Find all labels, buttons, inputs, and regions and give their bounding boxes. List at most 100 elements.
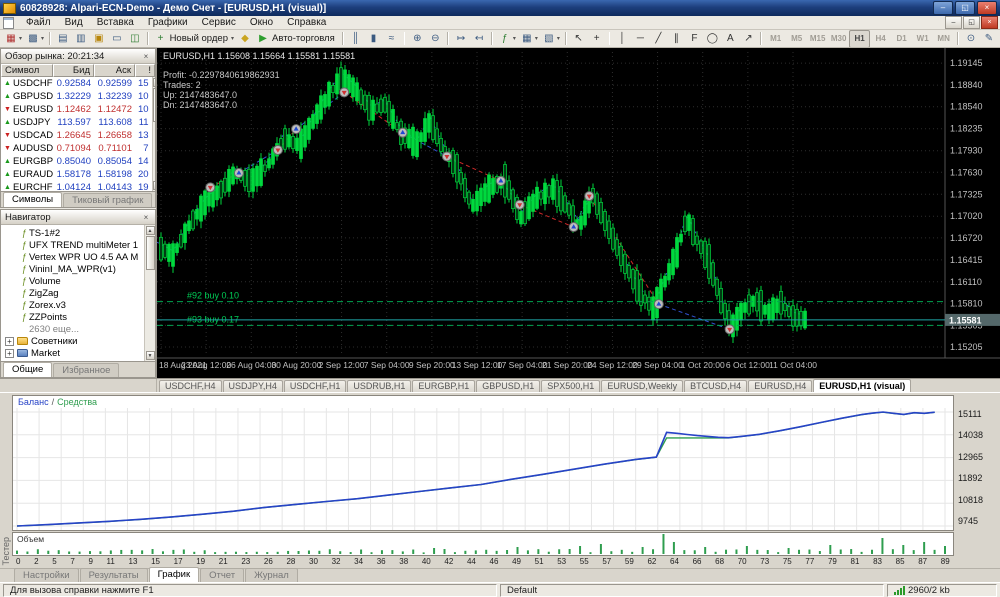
chart-tab-3[interactable]: USDRUB,H1 bbox=[347, 380, 412, 392]
market-watch-row-eurusd[interactable]: ▼ EURUSD 1.12462 1.12472 10 bbox=[1, 103, 152, 116]
timeframe-m5-button[interactable]: M5 bbox=[786, 30, 807, 47]
chart-tab-6[interactable]: SPX500,H1 bbox=[541, 380, 601, 392]
chart-tab-5[interactable]: GBPUSD,H1 bbox=[476, 380, 541, 392]
timeframe-w1-button[interactable]: W1 bbox=[912, 30, 933, 47]
candlestick-chart-button[interactable]: ▮ bbox=[365, 30, 383, 47]
new-chart-button[interactable]: ▦ ▾ bbox=[2, 30, 24, 47]
maximize-button[interactable]: ◱ bbox=[955, 1, 975, 15]
price-chart-area[interactable]: 1.19145 1.18840 1.18540 1.18235 1.17930 1.176… bbox=[157, 48, 1000, 378]
timeframe-mn-button[interactable]: MN bbox=[933, 30, 954, 47]
tester-tab-0[interactable]: Настройки bbox=[14, 568, 79, 582]
column-header-0[interactable]: Символ bbox=[1, 64, 53, 77]
metaeditor-button[interactable]: ◆ bbox=[236, 30, 254, 47]
chart-tab-4[interactable]: EURGBP,H1 bbox=[412, 380, 476, 392]
zoom-in-button[interactable]: ⊕ bbox=[408, 30, 426, 47]
chart-tab-1[interactable]: USDJPY,H4 bbox=[222, 380, 283, 392]
timeframe-m30-button[interactable]: M30 bbox=[828, 30, 849, 47]
navigator-item-0[interactable]: ƒ TS-1#2 bbox=[1, 227, 144, 239]
menu-item-view[interactable]: Вид bbox=[58, 17, 90, 28]
menu-item-tools[interactable]: Сервис bbox=[195, 17, 243, 28]
horizontal-line-button[interactable]: ─ bbox=[631, 30, 649, 47]
scrollbar-thumb[interactable] bbox=[145, 236, 155, 270]
navigator-item-7[interactable]: ƒ ZZPoints bbox=[1, 311, 144, 323]
terminal-toggle[interactable]: ▭ bbox=[108, 30, 126, 47]
scrollbar-thumb[interactable] bbox=[153, 88, 155, 122]
close-button[interactable]: × bbox=[977, 1, 997, 15]
auto-scroll-button[interactable]: ↦ bbox=[452, 30, 470, 47]
text-button[interactable]: A bbox=[721, 30, 739, 47]
market-watch-tab-0[interactable]: Символы bbox=[3, 192, 63, 207]
column-header-3[interactable]: ! bbox=[135, 64, 155, 77]
market-watch-row-usdjpy[interactable]: ▲ USDJPY 113.597 113.608 11 bbox=[1, 116, 152, 129]
navigator-item-1[interactable]: ƒ UFX TREND multiMeter 1 bbox=[1, 239, 144, 251]
menu-item-insert[interactable]: Вставка bbox=[90, 17, 141, 28]
menu-item-file[interactable]: Файл bbox=[19, 17, 58, 28]
navigator-item-6[interactable]: ƒ Zorex.v3 bbox=[1, 299, 144, 311]
mdi-minimize-button[interactable]: – bbox=[945, 16, 962, 29]
market-watch-row-euraud[interactable]: ▲ EURAUD 1.58178 1.58198 20 bbox=[1, 168, 152, 181]
timeframe-m15-button[interactable]: M15 bbox=[807, 30, 828, 47]
navigator-item-8[interactable]: 2630 еще... bbox=[1, 323, 144, 335]
navigator-item-2[interactable]: ƒ Vertex WPR UO 4.5 AA M bbox=[1, 251, 144, 263]
menu-item-charts[interactable]: Графики bbox=[141, 17, 195, 28]
profiles-button[interactable]: ▩ ▾ bbox=[24, 30, 46, 47]
navigator-item-10[interactable]: + Market bbox=[1, 347, 144, 359]
tester-tab-2[interactable]: График bbox=[148, 567, 200, 582]
line-chart-button[interactable]: ≈ bbox=[383, 30, 401, 47]
search-button[interactable]: ⊙ bbox=[962, 30, 980, 47]
tester-volume-chart[interactable]: Объем bbox=[12, 532, 954, 556]
fibonacci-button[interactable]: F bbox=[685, 30, 703, 47]
market-watch-row-gbpusd[interactable]: ▲ GBPUSD 1.32229 1.32239 10 bbox=[1, 90, 152, 103]
chart-shift-button[interactable]: ↤ bbox=[470, 30, 488, 47]
menu-item-help[interactable]: Справка bbox=[280, 17, 333, 28]
chart-tab-0[interactable]: USDCHF,H4 bbox=[159, 380, 222, 392]
navigator-item-3[interactable]: ƒ VininI_MA_WPR(v1) bbox=[1, 263, 144, 275]
scroll-up-icon[interactable]: ▲ bbox=[153, 78, 155, 87]
market-watch-row-eurgbp[interactable]: ▲ EURGBP 0.85040 0.85054 14 bbox=[1, 155, 152, 168]
tester-tab-1[interactable]: Результаты bbox=[79, 568, 148, 582]
navigator-toggle[interactable]: ▣ bbox=[90, 30, 108, 47]
tester-tab-4[interactable]: Журнал bbox=[245, 568, 298, 582]
market-watch-toggle[interactable]: ▤ bbox=[54, 30, 72, 47]
data-window-toggle[interactable]: ▥ bbox=[72, 30, 90, 47]
trendline-button[interactable]: ╱ bbox=[649, 30, 667, 47]
status-profile[interactable]: Default bbox=[500, 583, 884, 597]
timeframe-h4-button[interactable]: H4 bbox=[870, 30, 891, 47]
mdi-restore-button[interactable]: ◱ bbox=[963, 16, 980, 29]
market-watch-row-audusd[interactable]: ▼ AUDUSD 0.71094 0.71101 7 bbox=[1, 142, 152, 155]
nav-close-icon[interactable]: × bbox=[141, 213, 151, 222]
balance-chart-svg[interactable] bbox=[13, 408, 953, 530]
menu-item-window[interactable]: Окно bbox=[243, 17, 280, 28]
channel-button[interactable]: ∥ bbox=[667, 30, 685, 47]
crosshair-button[interactable]: + bbox=[588, 30, 606, 47]
navigator-item-4[interactable]: ƒ Volume bbox=[1, 275, 144, 287]
chart-tab-2[interactable]: USDCHF,H1 bbox=[283, 380, 347, 392]
market-watch-row-usdcad[interactable]: ▼ USDCAD 1.26645 1.26658 13 bbox=[1, 129, 152, 142]
templates-button[interactable]: ▧ ▾ bbox=[540, 30, 562, 47]
strategy-tester-toggle[interactable]: ◫ bbox=[126, 30, 144, 47]
timeframe-m1-button[interactable]: M1 bbox=[765, 30, 786, 47]
chart-tab-9[interactable]: EURUSD,H4 bbox=[748, 380, 813, 392]
mdi-close-button[interactable]: × bbox=[981, 16, 998, 29]
vertical-line-button[interactable]: │ bbox=[613, 30, 631, 47]
scroll-down-icon[interactable]: ▼ bbox=[153, 181, 155, 190]
market-watch-row-usdchf[interactable]: ▲ USDCHF 0.92584 0.92599 15 bbox=[1, 77, 152, 90]
tester-balance-chart[interactable]: Баланс / Средства bbox=[12, 395, 954, 531]
quick-edit-button[interactable]: ✎ bbox=[980, 30, 998, 47]
timeframe-d1-button[interactable]: D1 bbox=[891, 30, 912, 47]
arrow-tools-button[interactable]: ↗ bbox=[739, 30, 757, 47]
navigator-tab-0[interactable]: Общие bbox=[3, 362, 53, 377]
market-watch-tab-1[interactable]: Тиковый график bbox=[63, 193, 153, 207]
indicators-button[interactable]: ƒ ▾ bbox=[496, 30, 518, 47]
zoom-out-button[interactable]: ⊖ bbox=[426, 30, 444, 47]
market-watch-row-eurchf[interactable]: ▲ EURCHF 1.04124 1.04143 19 bbox=[1, 181, 152, 191]
timeframe-h1-button[interactable]: H1 bbox=[849, 30, 871, 47]
column-header-2[interactable]: Аск bbox=[94, 64, 135, 77]
shapes-button[interactable]: ◯ bbox=[703, 30, 721, 47]
scroll-up-icon[interactable]: ▲ bbox=[145, 226, 155, 235]
expander-plus-icon[interactable]: + bbox=[5, 348, 14, 358]
navigator-scrollbar[interactable]: ▲ ▼ bbox=[144, 225, 155, 361]
navigator-item-5[interactable]: ƒ ZigZag bbox=[1, 287, 144, 299]
minimize-button[interactable]: – bbox=[933, 1, 953, 15]
market-watch-scrollbar[interactable]: ▲ ▼ bbox=[151, 77, 155, 191]
